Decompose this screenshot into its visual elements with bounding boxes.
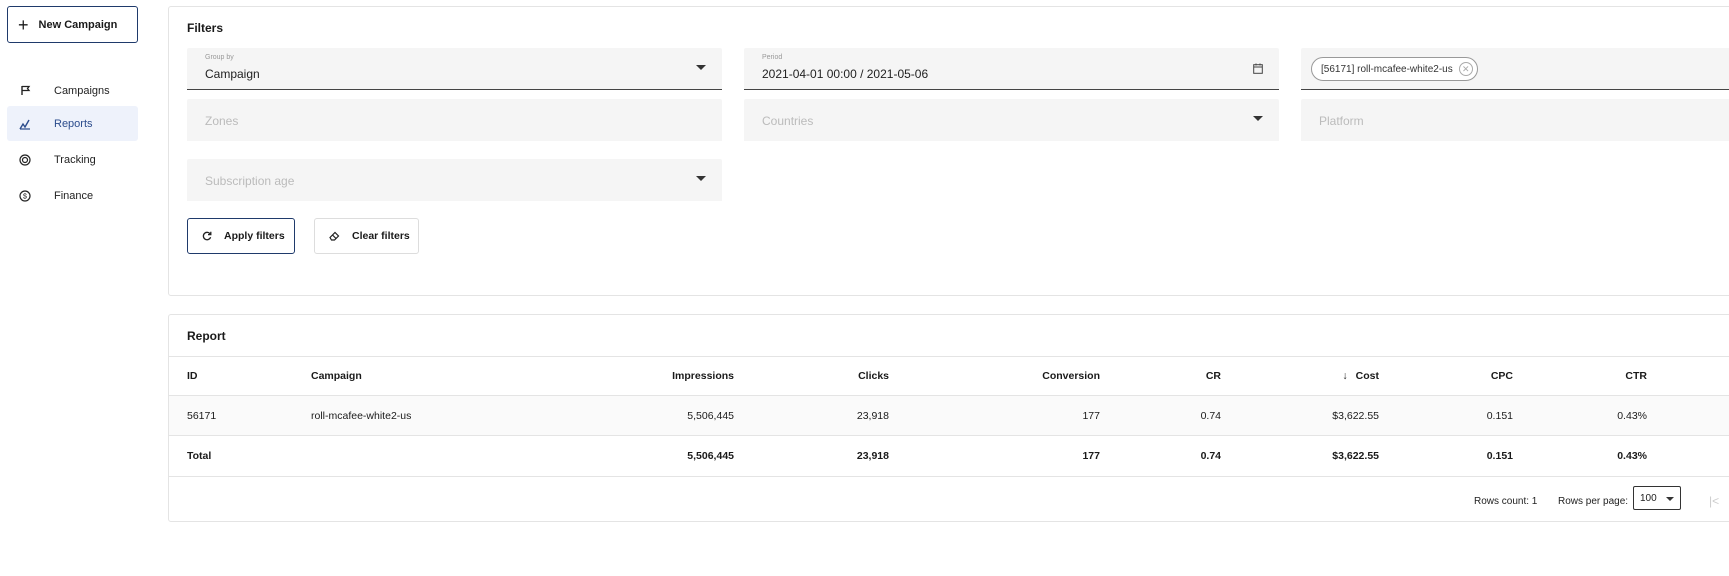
campaign-chip-label: [56171] roll-mcafee-white2-us — [1321, 63, 1453, 75]
report-panel: Report ID Campaign Impressions Clicks Co… — [168, 314, 1729, 522]
period-field[interactable]: Period 2021-04-01 00:00 / 2021-05-06 — [744, 48, 1279, 90]
table-header: ID Campaign Impressions Clicks Conversio… — [169, 356, 1729, 396]
refresh-icon — [202, 231, 212, 241]
cell-cpc: 0.151 — [1486, 409, 1513, 422]
table-row[interactable]: 56171 roll-mcafee-white2-us 5,506,445 23… — [169, 396, 1729, 436]
campaign-chip: [56171] roll-mcafee-white2-us ✕ — [1311, 57, 1478, 81]
group-by-label: Group by — [205, 54, 234, 61]
sidebar-item-label: Reports — [54, 117, 93, 130]
countries-placeholder: Countries — [762, 114, 814, 128]
sidebar: + New Campaign Campaigns Reports Trackin… — [0, 0, 140, 576]
target-icon — [18, 153, 32, 167]
column-header-clicks[interactable]: Clicks — [858, 370, 889, 382]
column-header-campaign[interactable]: Campaign — [311, 370, 362, 382]
total-cr: 0.74 — [1200, 450, 1221, 462]
cell-conversion: 177 — [1082, 409, 1100, 422]
total-conversion: 177 — [1082, 450, 1100, 462]
chevron-down-icon — [1253, 116, 1263, 121]
sidebar-item-label: Finance — [54, 189, 94, 202]
eraser-icon — [329, 231, 340, 241]
group-by-select[interactable]: Group by Campaign — [187, 48, 722, 90]
cell-cost: $3,622.55 — [1332, 409, 1379, 422]
column-header-cost[interactable]: ↓ Cost — [1342, 370, 1379, 382]
calendar-icon[interactable] — [1253, 63, 1263, 77]
period-label: Period — [762, 54, 783, 61]
zones-placeholder: Zones — [205, 114, 239, 128]
total-row: Total 5,506,445 23,918 177 0.74 $3,622.5… — [169, 436, 1729, 477]
clear-filters-button[interactable]: Clear filters — [314, 218, 419, 254]
campaign-filter-field[interactable]: [56171] roll-mcafee-white2-us ✕ — [1301, 48, 1729, 90]
cell-ctr: 0.43% — [1617, 409, 1647, 422]
filters-panel: Filters Group by Campaign Period 2021-04… — [168, 6, 1729, 296]
arrow-down-icon: ↓ — [1342, 370, 1348, 382]
sidebar-item-campaigns[interactable]: Campaigns — [7, 73, 138, 108]
sidebar-item-tracking[interactable]: Tracking — [7, 142, 138, 177]
close-icon[interactable]: ✕ — [1458, 62, 1473, 76]
new-campaign-label: New Campaign — [38, 18, 118, 31]
period-value: 2021-04-01 00:00 / 2021-05-06 — [762, 67, 929, 81]
platform-placeholder: Platform — [1319, 114, 1364, 128]
plus-icon: + — [18, 14, 29, 35]
column-header-impressions[interactable]: Impressions — [672, 370, 734, 382]
chevron-down-icon — [696, 65, 706, 70]
chevron-down-icon — [696, 176, 706, 181]
zones-input[interactable]: Zones — [187, 99, 722, 141]
rows-per-page-select[interactable]: 100 — [1633, 486, 1681, 510]
rows-per-page-value: 100 — [1640, 493, 1657, 504]
clear-filters-label: Clear filters — [352, 230, 410, 242]
cell-impressions: 5,506,445 — [687, 409, 734, 422]
cell-cr: 0.74 — [1200, 409, 1221, 422]
sidebar-item-label: Campaigns — [54, 84, 110, 97]
countries-select[interactable]: Countries — [744, 99, 1279, 141]
total-clicks: 23,918 — [856, 450, 889, 462]
total-cost: $3,622.55 — [1332, 450, 1379, 462]
total-label: Total — [187, 450, 212, 462]
platform-input[interactable]: Platform — [1301, 99, 1729, 141]
chevron-down-icon — [1666, 497, 1674, 501]
sidebar-item-label: Tracking — [54, 153, 96, 166]
new-campaign-button[interactable]: + New Campaign — [7, 6, 138, 43]
column-header-id[interactable]: ID — [187, 370, 198, 382]
dollar-icon: $ — [18, 189, 32, 203]
total-ctr: 0.43% — [1617, 450, 1647, 462]
svg-text:$: $ — [23, 193, 27, 200]
cost-header-label: Cost — [1355, 370, 1379, 382]
cell-id: 56171 — [187, 409, 217, 422]
flag-icon — [18, 84, 32, 98]
group-by-value: Campaign — [205, 67, 260, 81]
first-page-icon[interactable]: |< — [1709, 494, 1719, 508]
cell-clicks: 23,918 — [856, 409, 889, 422]
chart-icon — [18, 117, 32, 131]
table-footer: Rows count: 1 Rows per page: 100 |< — [169, 477, 1729, 521]
column-header-cr[interactable]: CR — [1206, 370, 1221, 382]
rows-count: Rows count: 1 — [1474, 496, 1538, 507]
apply-filters-button[interactable]: Apply filters — [187, 218, 295, 254]
cell-campaign: roll-mcafee-white2-us — [311, 409, 412, 422]
column-header-ctr[interactable]: CTR — [1625, 370, 1647, 382]
report-title: Report — [187, 329, 226, 343]
sidebar-item-finance[interactable]: $ Finance — [7, 178, 138, 213]
sidebar-item-reports[interactable]: Reports — [7, 106, 138, 141]
column-header-cpc[interactable]: CPC — [1491, 370, 1513, 382]
total-cpc: 0.151 — [1486, 450, 1513, 462]
rows-per-page-label: Rows per page: — [1558, 496, 1629, 507]
total-impressions: 5,506,445 — [687, 450, 734, 462]
column-header-conversion[interactable]: Conversion — [1042, 370, 1100, 382]
apply-filters-label: Apply filters — [224, 230, 285, 242]
subscription-age-placeholder: Subscription age — [205, 174, 295, 188]
subscription-age-select[interactable]: Subscription age — [187, 159, 722, 201]
filters-title: Filters — [187, 21, 224, 35]
